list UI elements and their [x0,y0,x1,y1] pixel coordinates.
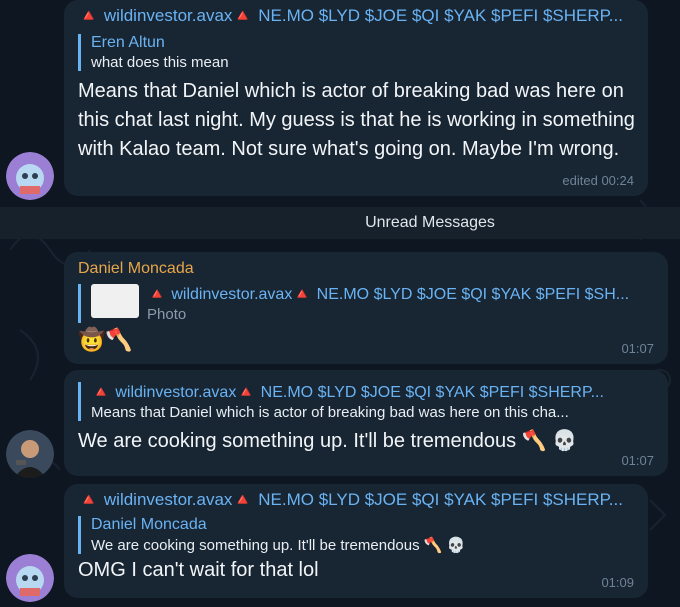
message-text: Means that Daniel which is actor of brea… [78,80,635,160]
reply-snippet: Means that Daniel which is actor of brea… [91,404,569,421]
reply-author: 🔺 wildinvestor.avax🔺 NE.MO $LYD $JOE $QI… [91,384,604,401]
message-emoji: 🤠🪓 [78,327,133,352]
reply-snippet: what does this mean [91,54,229,71]
reply-author: 🔺 wildinvestor.avax🔺 NE.MO $LYD $JOE $QI… [147,286,630,303]
reply-preview[interactable]: 🔺 wildinvestor.avax🔺 NE.MO $LYD $JOE $QI… [78,382,654,421]
avatar-wildinvestor[interactable] [6,554,54,602]
avatar-daniel-moncada[interactable] [6,430,54,478]
reply-snippet: Photo [147,306,187,323]
message-bubble-4[interactable]: 🔺 wildinvestor.avax🔺 NE.MO $LYD $JOE $QI… [64,484,648,598]
message-author[interactable]: Daniel Moncada [78,260,654,278]
reply-preview[interactable]: Daniel Moncada We are cooking something … [78,516,634,554]
message-bubble-2[interactable]: Daniel Moncada 🔺 wildinvestor.avax🔺 NE.M… [64,252,668,364]
message-bubble-3[interactable]: 🔺 wildinvestor.avax🔺 NE.MO $LYD $JOE $QI… [64,370,668,476]
message-text: We are cooking something up. It'll be tr… [78,430,578,452]
reply-snippet: We are cooking something up. It'll be tr… [91,537,466,554]
forwarded-from-label[interactable]: 🔺 wildinvestor.avax🔺 NE.MO $LYD $JOE $QI… [78,6,634,26]
message-time: edited 00:24 [562,173,634,188]
reply-preview[interactable]: Eren Altun what does this mean [78,34,634,71]
unread-messages-divider: Unread Messages [0,207,680,239]
reply-author: Daniel Moncada [91,516,207,533]
reply-preview[interactable]: 🔺 wildinvestor.avax🔺 NE.MO $LYD $JOE $QI… [78,284,654,323]
message-time: 01:09 [601,575,634,590]
forwarded-from-label[interactable]: 🔺 wildinvestor.avax🔺 NE.MO $LYD $JOE $QI… [78,490,634,510]
avatar-wildinvestor[interactable] [6,152,54,200]
photo-thumbnail [91,284,139,318]
message-time: 01:07 [621,453,654,468]
message-text: OMG I can't wait for that lol [78,559,319,581]
message-bubble-1[interactable]: 🔺 wildinvestor.avax🔺 NE.MO $LYD $JOE $QI… [64,0,648,196]
message-time: 01:07 [621,341,654,356]
reply-author: Eren Altun [91,34,165,51]
unread-label: Unread Messages [365,214,495,231]
